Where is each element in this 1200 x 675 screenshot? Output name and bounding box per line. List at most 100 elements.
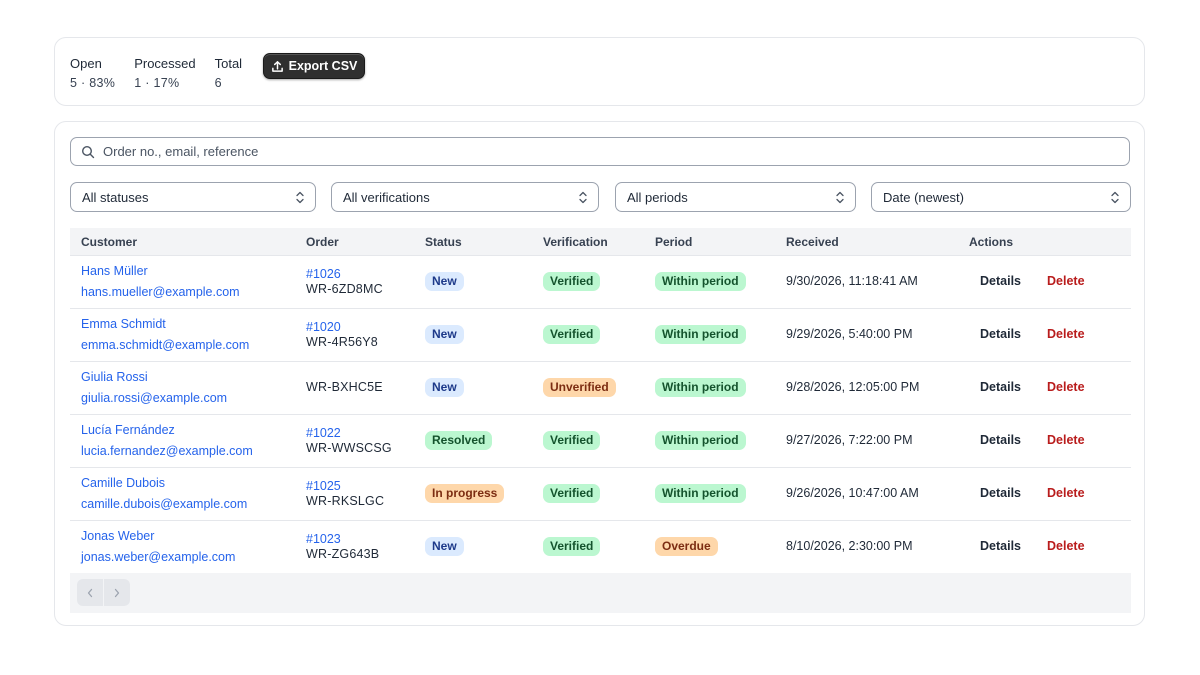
period-badge: Within period [655, 484, 746, 503]
summary-card: Open 5 · 83% Processed 1 · 17% Total 6 E… [54, 37, 1145, 106]
table-row: Jonas Weber jonas.weber@example.com #102… [70, 521, 1131, 573]
table-header: Customer Order Status Verification Perio… [70, 228, 1131, 256]
verification-filter-value: All verifications [343, 189, 430, 205]
delete-button[interactable]: Delete [1047, 433, 1085, 447]
stat-open: Open 5 · 83% [70, 56, 115, 91]
order-reference: WR-ZG643B [306, 547, 380, 561]
table-row: Camille Dubois camille.dubois@example.co… [70, 468, 1131, 521]
details-button[interactable]: Details [980, 433, 1021, 447]
sort-select[interactable]: Date (newest) [871, 182, 1131, 212]
status-badge: Resolved [425, 431, 493, 450]
header-order: Order [306, 234, 339, 249]
sort-value: Date (newest) [883, 189, 964, 205]
delete-button[interactable]: Delete [1047, 274, 1085, 288]
received-date: 9/26/2026, 10:47:00 AM [786, 486, 919, 500]
status-badge: In progress [425, 484, 505, 503]
search-input[interactable] [101, 143, 1129, 160]
customer-name-link[interactable]: Giulia Rossi [81, 370, 148, 384]
status-filter-value: All statuses [82, 189, 149, 205]
stat-label: Total [214, 56, 243, 71]
header-actions: Actions [969, 234, 1014, 249]
order-reference: WR-6ZD8MC [306, 282, 383, 296]
customer-email-link[interactable]: camille.dubois@example.com [81, 497, 247, 511]
order-reference: WR-4R56Y8 [306, 335, 378, 349]
table-footer [70, 573, 1131, 613]
delete-button[interactable]: Delete [1047, 539, 1085, 553]
verification-badge: Verified [543, 431, 601, 450]
table-row: Giulia Rossi giulia.rossi@example.com WR… [70, 362, 1131, 415]
order-reference: WR-WWSCSG [306, 441, 392, 455]
details-button[interactable]: Details [980, 327, 1021, 341]
table-row: Emma Schmidt emma.schmidt@example.com #1… [70, 309, 1131, 362]
customer-name-link[interactable]: Lucía Fernández [81, 423, 175, 437]
order-reference: WR-RKSLGC [306, 494, 385, 508]
delete-button[interactable]: Delete [1047, 486, 1085, 500]
received-date: 9/27/2026, 7:22:00 PM [786, 433, 913, 447]
period-badge: Within period [655, 272, 746, 291]
period-filter-select[interactable]: All periods [615, 182, 856, 212]
order-number-link[interactable]: #1025 [306, 479, 341, 493]
details-button[interactable]: Details [980, 539, 1021, 553]
order-number-link[interactable]: #1022 [306, 426, 341, 440]
order-number-link[interactable]: #1026 [306, 267, 341, 281]
status-badge: New [425, 325, 464, 344]
chevron-up-down-icon [1110, 191, 1120, 204]
stat-value: 1 · 17% [134, 76, 180, 90]
customer-email-link[interactable]: emma.schmidt@example.com [81, 338, 249, 352]
pagination [77, 579, 130, 606]
stat-label: Processed [134, 56, 196, 71]
prev-page-button[interactable] [77, 579, 103, 606]
received-date: 9/29/2026, 5:40:00 PM [786, 327, 913, 341]
delete-button[interactable]: Delete [1047, 327, 1085, 341]
customer-email-link[interactable]: giulia.rossi@example.com [81, 391, 227, 405]
period-filter-value: All periods [627, 189, 688, 205]
orders-card: All statuses All verifications All perio… [54, 121, 1145, 626]
delete-button[interactable]: Delete [1047, 380, 1085, 394]
table-row: Hans Müller hans.mueller@example.com #10… [70, 256, 1131, 309]
chevron-up-down-icon [295, 191, 305, 204]
details-button[interactable]: Details [980, 274, 1021, 288]
verification-badge: Verified [543, 325, 601, 344]
verification-badge: Verified [543, 537, 601, 556]
received-date: 9/28/2026, 12:05:00 PM [786, 380, 920, 394]
verification-filter-select[interactable]: All verifications [331, 182, 599, 212]
received-date: 8/10/2026, 2:30:00 PM [786, 539, 913, 553]
verification-badge: Verified [543, 484, 601, 503]
customer-name-link[interactable]: Hans Müller [81, 264, 148, 278]
export-csv-label: Export CSV [288, 59, 358, 73]
customer-name-link[interactable]: Emma Schmidt [81, 317, 166, 331]
customer-name-link[interactable]: Jonas Weber [81, 529, 154, 543]
period-badge: Within period [655, 325, 746, 344]
period-badge: Within period [655, 431, 746, 450]
details-button[interactable]: Details [980, 380, 1021, 394]
header-received: Received [786, 234, 839, 249]
customer-email-link[interactable]: lucia.fernandez@example.com [81, 444, 253, 458]
order-reference: WR-BXHC5E [306, 380, 383, 394]
header-period: Period [655, 234, 693, 249]
orders-table: Customer Order Status Verification Perio… [70, 228, 1131, 613]
search-icon [71, 145, 95, 159]
next-page-button[interactable] [104, 579, 130, 606]
verification-badge: Verified [543, 272, 601, 291]
chevron-left-icon [86, 588, 94, 598]
stat-label: Open [70, 56, 102, 71]
search-box[interactable] [70, 137, 1130, 166]
status-badge: New [425, 378, 464, 397]
status-filter-select[interactable]: All statuses [70, 182, 316, 212]
stat-total: Total 6 [215, 56, 242, 91]
status-badge: New [425, 537, 464, 556]
upload-icon [271, 60, 284, 73]
order-number-link[interactable]: #1023 [306, 532, 341, 546]
customer-email-link[interactable]: jonas.weber@example.com [81, 550, 235, 564]
stat-value: 5 · 83% [70, 76, 116, 90]
header-customer: Customer [81, 234, 138, 249]
header-status: Status [425, 234, 462, 249]
stat-value: 6 [214, 76, 222, 90]
customer-name-link[interactable]: Camille Dubois [81, 476, 165, 490]
header-verification: Verification [543, 234, 608, 249]
details-button[interactable]: Details [980, 486, 1021, 500]
table-row: Lucía Fernández lucia.fernandez@example.… [70, 415, 1131, 468]
order-number-link[interactable]: #1020 [306, 320, 341, 334]
export-csv-button[interactable]: Export CSV [263, 53, 365, 79]
customer-email-link[interactable]: hans.mueller@example.com [81, 285, 240, 299]
